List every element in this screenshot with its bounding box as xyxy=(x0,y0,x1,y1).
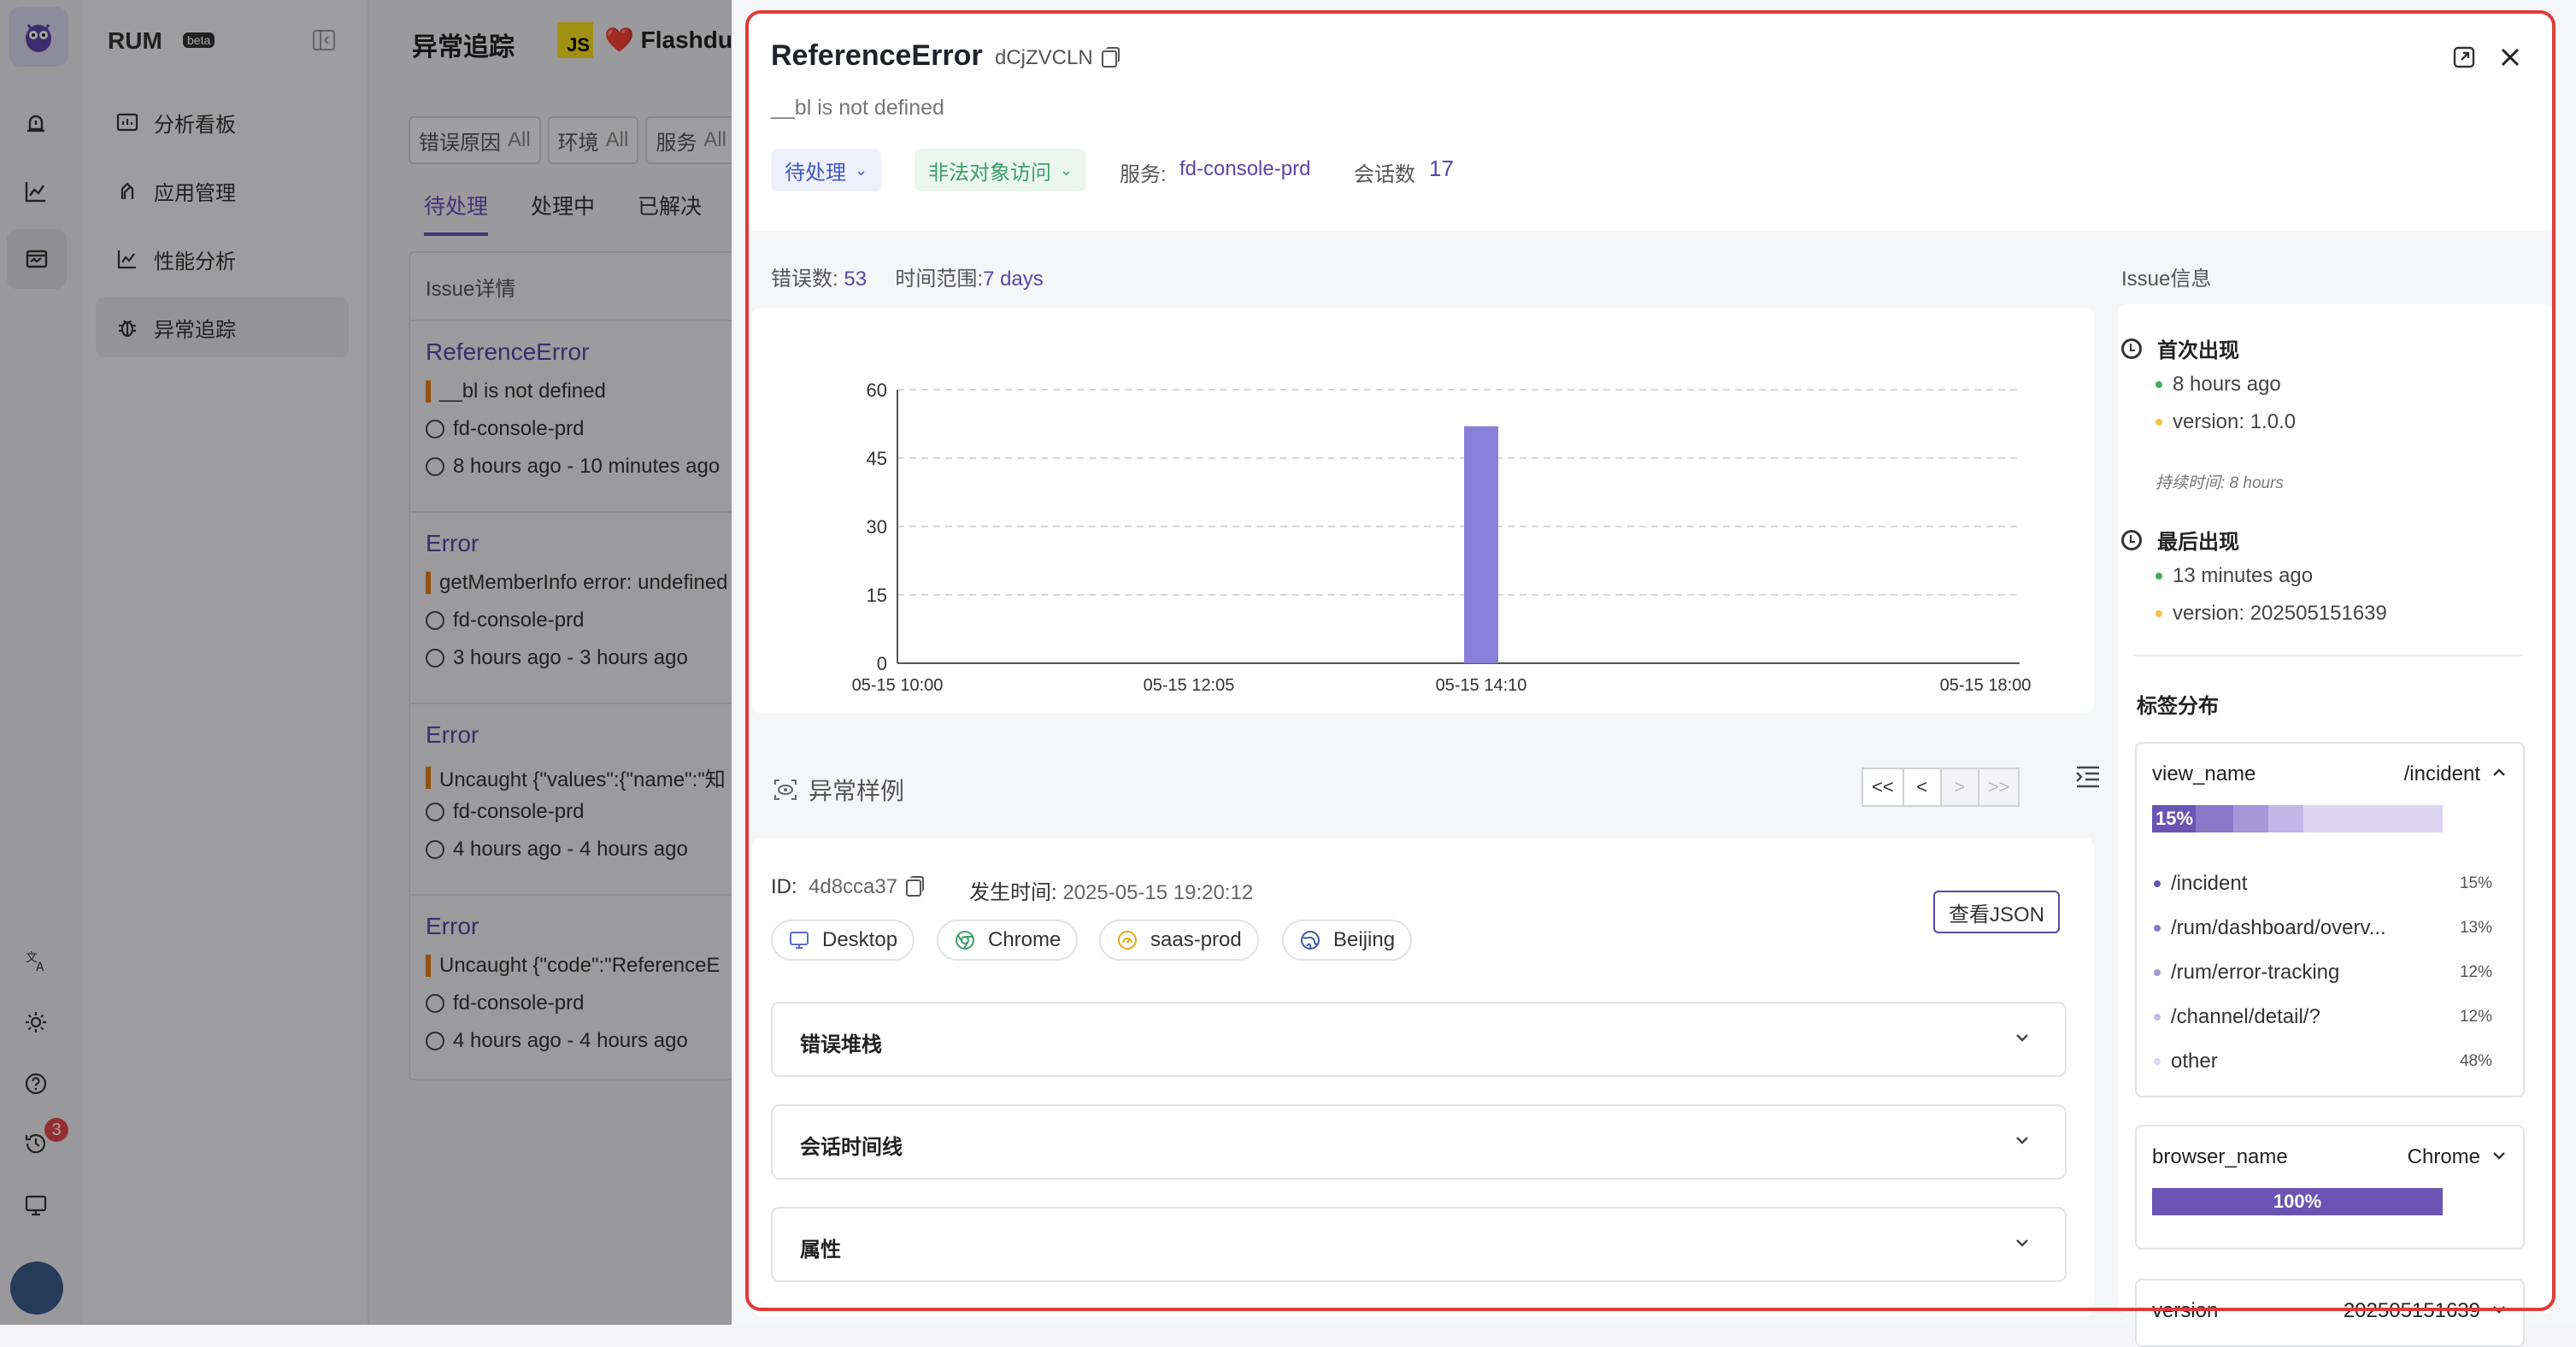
sessions-count[interactable]: 17 xyxy=(1429,156,1454,182)
chevron-up-icon[interactable] xyxy=(2491,764,2508,781)
chevron-down-icon[interactable] xyxy=(2491,1301,2508,1318)
error-id: dCjZVCLN xyxy=(995,46,1120,70)
accordion-attributes[interactable]: 属性 xyxy=(771,1207,2067,1282)
chevron-down-icon: ⌄ xyxy=(855,161,868,179)
first-seen-title: 首次出现 xyxy=(2121,333,2239,363)
x-tick-label: 05-15 14:10 xyxy=(1436,676,1527,695)
tag-value-dropdown[interactable]: 202505151639 xyxy=(2344,1299,2480,1323)
error-stats: 错误数: 53 时间范围:7 days xyxy=(771,268,1044,291)
last-seen-time: 13 minutes ago xyxy=(2155,564,2313,588)
list-item[interactable]: /rum/error-tracking 12% xyxy=(2154,961,2492,985)
desktop-icon xyxy=(788,929,810,951)
accordion-session-timeline[interactable]: 会话时间线 xyxy=(771,1104,2067,1179)
error-message: __bl is not defined xyxy=(771,96,944,120)
chip-environment: saas-prod xyxy=(1099,920,1259,961)
list-item[interactable]: /rum/dashboard/overv... 13% xyxy=(2154,916,2492,940)
samples-header: 异常样例 xyxy=(773,773,904,807)
tag-key: browser_name xyxy=(2152,1145,2288,1168)
tag-key: view_name xyxy=(2152,762,2256,785)
chip-device: Desktop xyxy=(771,920,915,961)
tag-key: version xyxy=(2152,1299,2219,1322)
issue-header-card xyxy=(745,10,2555,231)
tag-value-dropdown[interactable]: Chrome xyxy=(2408,1145,2480,1169)
list-item[interactable]: /incident 15% xyxy=(2154,872,2492,896)
list-item[interactable]: other 48% xyxy=(2154,1050,2492,1073)
chevron-down-icon xyxy=(2016,1239,2028,1247)
x-tick-label: 05-15 18:00 xyxy=(1940,676,2032,695)
time-range: 7 days xyxy=(983,268,1044,291)
distribution-label: 15% xyxy=(2155,808,2194,829)
duration: 持续时间: 8 hours xyxy=(2155,474,2284,492)
distribution-label: 100% xyxy=(2273,1191,2322,1212)
next-page-button[interactable]: > xyxy=(1939,768,1979,807)
error-name: ReferenceError xyxy=(771,39,983,72)
sample-pager: << < > >> xyxy=(1861,768,2020,807)
chip-location: Beijing xyxy=(1282,920,1413,961)
view-json-button[interactable]: 查看JSON xyxy=(1933,891,2061,933)
chart-bar xyxy=(1464,426,1498,663)
category-dropdown[interactable]: 非法对象访问 ⌄ xyxy=(915,149,1087,191)
x-tick-label: 05-15 10:00 xyxy=(852,676,944,695)
y-tick-label: 0 xyxy=(877,653,887,674)
chrome-icon xyxy=(954,929,976,951)
y-tick-label: 30 xyxy=(867,516,887,538)
chevron-down-icon[interactable] xyxy=(2491,1147,2508,1164)
status-dropdown[interactable]: 待处理 ⌄ xyxy=(771,149,882,191)
open-new-window-icon[interactable] xyxy=(2450,43,2479,72)
tag-browser-name: browser_name Chrome 100% xyxy=(2135,1125,2525,1250)
divider xyxy=(2133,655,2523,656)
tag-distribution-title: 标签分布 xyxy=(2137,695,2219,718)
tag-view-name: view_name /incident 15% /incident 15% /ru… xyxy=(2135,742,2525,1097)
issue-info-title: Issue信息 xyxy=(2121,268,2212,291)
chevron-down-icon xyxy=(2016,1034,2028,1042)
first-page-button[interactable]: << xyxy=(1861,768,1904,807)
distribution-bar: 100% xyxy=(2152,1188,2443,1215)
last-seen-version: version: 202505151639 xyxy=(2155,602,2387,626)
last-seen-title: 最后出现 xyxy=(2121,525,2239,555)
first-seen-time: 8 hours ago xyxy=(2155,373,2281,397)
chevron-down-icon xyxy=(2016,1137,2028,1144)
globe-icon xyxy=(1299,929,1321,951)
copy-icon[interactable] xyxy=(906,875,925,897)
chevron-down-icon: ⌄ xyxy=(1060,161,1073,179)
service-label: 服务: xyxy=(1120,163,1167,186)
list-item[interactable]: /channel/detail/? 12% xyxy=(2154,1005,2492,1029)
clock-icon xyxy=(2121,529,2142,550)
error-chart-card: 0 15 30 45 60 05-15 10:00 05-15 12:05 05-15 14:… xyxy=(752,308,2094,713)
error-count-chart: 0 15 30 45 60 05-15 10:00 05-15 12:05 05-15 14:… xyxy=(852,379,2032,695)
environment-icon xyxy=(1116,929,1138,951)
sample-id: ID: 4d8cca37 xyxy=(771,875,925,899)
error-count: 53 xyxy=(844,268,867,291)
indent-icon[interactable] xyxy=(2073,762,2103,791)
tag-version: version 202505151639 xyxy=(2135,1279,2525,1347)
y-tick-label: 15 xyxy=(867,585,887,606)
last-page-button[interactable]: >> xyxy=(1977,768,2020,807)
sample-time: 发生时间: 2025-05-15 19:20:12 xyxy=(969,881,1254,904)
chip-browser: Chrome xyxy=(937,920,1079,961)
first-seen-version: version: 1.0.0 xyxy=(2155,410,2296,434)
clock-icon xyxy=(2121,338,2142,359)
copy-icon[interactable] xyxy=(1101,46,1120,68)
service-link[interactable]: fd-console-prd xyxy=(1179,157,1310,181)
x-tick-label: 05-15 12:05 xyxy=(1144,676,1235,695)
sessions-label: 会话数 xyxy=(1354,163,1415,186)
close-icon[interactable] xyxy=(2496,43,2525,72)
prev-page-button[interactable]: < xyxy=(1902,768,1942,807)
modal-backdrop[interactable] xyxy=(0,0,732,1325)
distribution-bar: 15% xyxy=(2152,805,2443,832)
eye-scan-icon xyxy=(774,779,797,800)
tag-value-dropdown[interactable]: /incident xyxy=(2404,762,2480,786)
y-tick-label: 45 xyxy=(867,448,887,469)
y-tick-label: 60 xyxy=(867,379,887,401)
accordion-stack-trace[interactable]: 错误堆栈 xyxy=(771,1002,2067,1077)
